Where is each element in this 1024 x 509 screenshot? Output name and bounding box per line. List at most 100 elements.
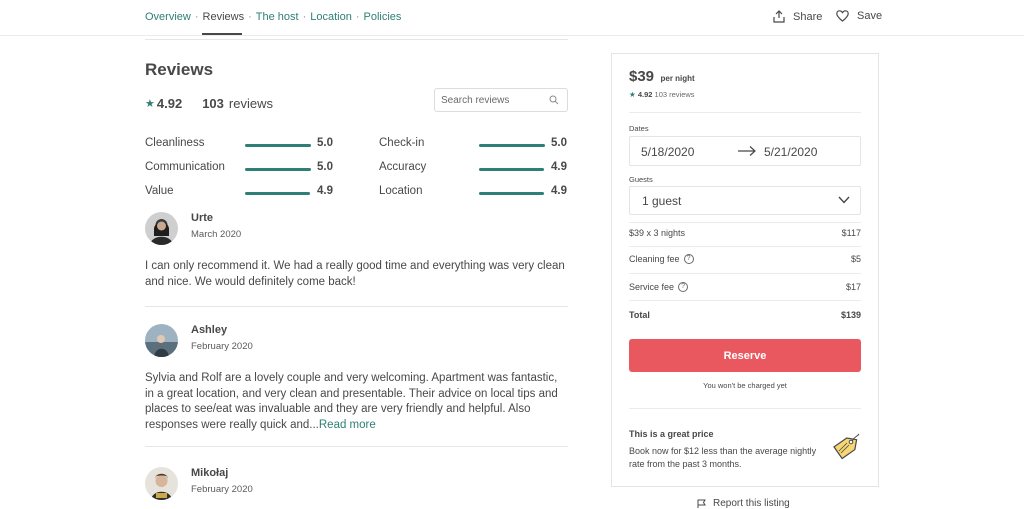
- reviewer-name[interactable]: Ashley: [191, 324, 227, 336]
- category-label: Communication: [145, 161, 225, 173]
- total-label: Total: [629, 310, 650, 320]
- review-divider: [145, 306, 568, 307]
- reserve-button[interactable]: Reserve: [629, 339, 861, 372]
- line-label: $39 x 3 nights: [629, 228, 686, 238]
- category-value: 5.0: [551, 137, 567, 149]
- nav-link-overview[interactable]: Overview: [145, 11, 191, 23]
- section-divider: [145, 39, 568, 40]
- category-label: Check-in: [379, 137, 425, 149]
- review-item: Mikołaj February 2020: [145, 467, 568, 507]
- price-amount: $39: [629, 68, 655, 85]
- guests-select[interactable]: 1 guest: [629, 186, 861, 215]
- card-review-count[interactable]: 103 reviews: [655, 90, 695, 99]
- line-label-wrap: Service fee?: [629, 282, 689, 292]
- review-text: Sylvia and Rolf are a lovely couple and …: [145, 371, 568, 433]
- avatar[interactable]: [145, 324, 178, 357]
- price-line-service-fee: Service fee? $17: [629, 282, 861, 296]
- guests-label: Guests: [629, 175, 653, 184]
- section-nav: Overview · Reviews · The host · Location · Polic…: [145, 11, 401, 23]
- promo-text: Book now for $12 less than the average n…: [629, 446, 817, 469]
- category-value: 4.9: [551, 161, 567, 173]
- category-bar: [245, 168, 311, 171]
- price-unit: per night: [660, 74, 695, 83]
- avatar[interactable]: [145, 467, 178, 500]
- category-value: 5.0: [317, 161, 333, 173]
- reviewer-name[interactable]: Mikołaj: [191, 467, 228, 479]
- search-reviews-input[interactable]: Search reviews: [434, 88, 568, 112]
- card-rating-score: 4.92: [637, 90, 653, 99]
- star-icon: ★: [629, 90, 636, 99]
- card-divider: [629, 273, 861, 274]
- review-divider: [145, 446, 568, 447]
- overall-rating: ★ 4.92 103 reviews: [145, 96, 273, 111]
- nav-separator: ·: [248, 11, 252, 23]
- line-label-wrap: Cleaning fee?: [629, 254, 694, 264]
- price-line-nights: $39 x 3 nights $117: [629, 228, 861, 242]
- category-bar: [479, 192, 544, 195]
- nav-link-policies[interactable]: Policies: [364, 11, 402, 23]
- line-label: Service fee: [629, 282, 675, 292]
- line-amount: $5: [850, 254, 861, 264]
- card-divider: [629, 408, 861, 409]
- check-out-date[interactable]: 5/21/2020: [764, 145, 817, 159]
- help-icon[interactable]: ?: [683, 254, 694, 264]
- category-bar: [245, 192, 310, 195]
- save-button[interactable]: Save: [836, 10, 882, 22]
- line-label: Cleaning fee: [629, 254, 680, 264]
- rating-score: 4.92: [156, 96, 183, 111]
- review-count: 103: [202, 96, 224, 111]
- category-label: Value: [145, 185, 174, 197]
- read-more-link[interactable]: Read more: [319, 419, 376, 431]
- category-rating-location: Location 4.9: [379, 185, 569, 201]
- star-icon: ★: [145, 98, 155, 110]
- nav-link-the-host[interactable]: The host: [256, 11, 299, 23]
- review-text: I can only recommend it. We had a really…: [145, 260, 565, 288]
- review-date: February 2020: [191, 341, 253, 352]
- category-bar: [479, 144, 545, 147]
- nav-link-reviews[interactable]: Reviews: [203, 11, 245, 23]
- category-label: Location: [379, 185, 423, 197]
- report-label: Report this listing: [713, 498, 790, 509]
- total-amount: $139: [840, 310, 861, 320]
- search-icon[interactable]: [549, 95, 559, 105]
- report-listing-link[interactable]: Report this listing: [697, 498, 790, 509]
- help-icon[interactable]: ?: [678, 282, 689, 292]
- top-nav: Overview · Reviews · The host · Location · Polic…: [0, 0, 1024, 36]
- review-item: Ashley February 2020 Sylvia and Rolf are…: [145, 324, 568, 434]
- save-label: Save: [857, 10, 883, 22]
- nav-separator: ·: [302, 11, 307, 23]
- nav-separator: ·: [355, 11, 360, 23]
- arrow-right-icon: [738, 146, 756, 156]
- category-rating-communication: Communication 5.0: [145, 161, 335, 177]
- card-divider: [629, 246, 861, 247]
- line-amount: $17: [845, 282, 861, 292]
- category-label: Accuracy: [379, 161, 427, 173]
- reviewer-name[interactable]: Urte: [191, 212, 213, 224]
- heart-icon: [836, 10, 849, 22]
- guests-value: 1 guest: [642, 194, 682, 208]
- share-label: Share: [793, 10, 823, 23]
- share-button[interactable]: Share: [773, 10, 822, 23]
- category-bar: [479, 168, 544, 171]
- category-label: Cleanliness: [145, 137, 205, 149]
- search-placeholder: Search reviews: [441, 95, 510, 106]
- card-divider: [629, 300, 861, 301]
- avatar[interactable]: [145, 212, 178, 245]
- share-icon: [773, 10, 785, 23]
- check-in-date[interactable]: 5/18/2020: [641, 145, 694, 159]
- category-value: 4.9: [551, 185, 567, 197]
- review-date: February 2020: [191, 484, 253, 495]
- nav-separator: ·: [194, 11, 199, 23]
- category-rating-value: Value 4.9: [145, 185, 335, 201]
- chevron-down-icon: [838, 196, 850, 204]
- card-divider: [629, 112, 861, 113]
- dates-label: Dates: [629, 124, 649, 133]
- card-rating: ★ 4.92 103 reviews: [629, 90, 695, 99]
- price-tag-icon: [833, 433, 860, 460]
- promo-title: This is a great price: [629, 429, 714, 439]
- reviews-title: Reviews: [145, 60, 214, 79]
- line-amount: $117: [841, 228, 861, 238]
- nav-link-location[interactable]: Location: [310, 11, 352, 23]
- category-value: 5.0: [317, 137, 333, 149]
- category-rating-cleanliness: Cleanliness 5.0: [145, 137, 335, 153]
